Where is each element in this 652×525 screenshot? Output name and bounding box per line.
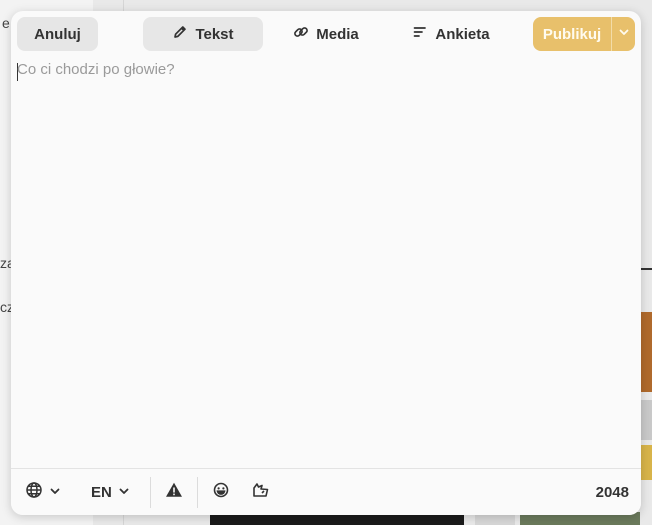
tab-label: Ankieta [435, 25, 490, 43]
chevron-down-icon [49, 484, 61, 502]
post-editor [11, 57, 641, 468]
language-selector[interactable]: EN [91, 469, 130, 515]
emoji-button[interactable] [212, 469, 230, 515]
content-warning-button[interactable] [165, 469, 183, 515]
publish-button[interactable]: Publikuj [533, 17, 611, 51]
chevron-down-icon [618, 25, 630, 43]
pencil-icon [172, 24, 188, 44]
gif-icon [251, 481, 271, 504]
background-image [640, 400, 652, 440]
visibility-selector[interactable] [25, 469, 61, 515]
language-label: EN [91, 484, 112, 501]
tab-label: Tekst [195, 25, 234, 43]
divider [197, 477, 198, 508]
divider [150, 477, 151, 508]
compose-dialog: Anuluj Tekst Media Ankieta Publikuj Co c… [11, 11, 641, 515]
compose-footer: EN 2048 [11, 468, 641, 515]
gif-button[interactable] [251, 469, 271, 515]
background-text-fragment: e [2, 15, 10, 31]
post-text-input[interactable] [17, 61, 627, 461]
tab-label: Media [316, 25, 359, 43]
chevron-down-icon [118, 484, 130, 502]
emoji-icon [212, 481, 230, 504]
background-image [640, 312, 652, 392]
globe-icon [25, 481, 43, 504]
character-counter: 2048 [595, 484, 629, 501]
compose-toolbar: Anuluj Tekst Media Ankieta Publikuj [11, 11, 641, 57]
warning-icon [165, 481, 183, 504]
poll-icon [412, 24, 428, 44]
background-image [640, 445, 652, 480]
tab-poll[interactable]: Ankieta [391, 17, 511, 51]
publish-split-button: Publikuj [533, 17, 635, 51]
cancel-button[interactable]: Anuluj [17, 17, 98, 51]
tab-text[interactable]: Tekst [143, 17, 263, 51]
link-icon [293, 24, 309, 44]
background-rule [640, 268, 652, 270]
tab-media[interactable]: Media [271, 17, 381, 51]
publish-options-button[interactable] [612, 17, 635, 51]
